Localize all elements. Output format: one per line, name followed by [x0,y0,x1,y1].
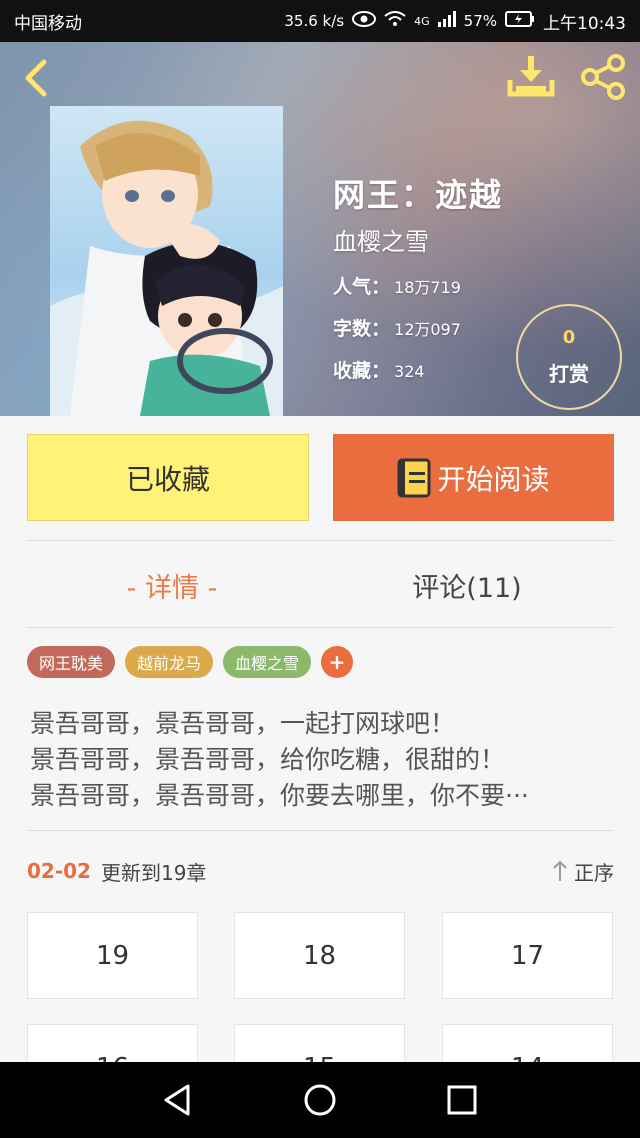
nav-recents-button[interactable] [442,1080,482,1120]
network-speed: 35.6 k/s [284,12,345,30]
book-icon [397,458,431,498]
book-title: 网王：迹越 [333,176,504,214]
word-count-label: 字数： [333,318,391,340]
divider [27,627,614,628]
signal-icon [437,11,456,31]
divider [27,830,614,831]
tip-count: 0 [562,327,576,348]
square-recents-icon [447,1085,477,1115]
popularity-stat: 人气： 18万719 [333,272,461,299]
book-description[interactable]: 景吾哥哥，景吾哥哥，一起打网球吧！ 景吾哥哥，景吾哥哥，给你吃糖，很甜的！ 景吾… [30,706,614,814]
share-button[interactable] [580,54,628,100]
sort-order-label: 正序 [574,860,614,885]
system-nav-bar [0,1062,640,1138]
eye-icon [352,11,377,31]
battery-icon [505,11,535,31]
share-icon [581,54,625,100]
word-count-stat: 字数： 12万097 [333,314,461,341]
popularity-value: 18万719 [394,278,461,297]
download-icon [507,56,555,97]
triangle-back-icon [164,1084,190,1116]
favorites-value: 324 [394,362,425,381]
collected-label: 已收藏 [125,462,210,496]
description-line: 景吾哥哥，景吾哥哥，一起打网球吧！ [30,709,456,738]
tag-item[interactable]: 越前龙马 [125,646,214,678]
back-button[interactable] [16,56,56,100]
update-info: 02-02 更新到19章 正序 [27,853,614,889]
start-reading-label: 开始阅读 [437,462,550,496]
tag-item[interactable]: 血樱之雪 [223,646,312,678]
update-text: 更新到19章 [100,860,207,885]
book-cover[interactable] [50,106,283,416]
download-button[interactable] [506,54,556,100]
start-reading-button[interactable]: 开始阅读 [333,434,614,521]
description-line: 景吾哥哥，景吾哥哥，给你吃糖，很甜的！ [30,745,506,774]
clock: 上午10:43 [543,13,626,34]
battery-percent: 57% [463,12,497,30]
tag-list: 网王耽美 越前龙马 血樱之雪 + [27,646,354,678]
book-author[interactable]: 血樱之雪 [333,222,429,257]
tag-item[interactable]: 网王耽美 [27,646,116,678]
tab-details[interactable]: - 详情 - [27,560,317,610]
status-bar: 中国移动 35.6 k/s 4G 57% 上午10:43 [0,0,640,42]
chapter-item[interactable]: 17 [442,912,613,999]
favorites-stat: 收藏： 324 [333,356,425,383]
tab-comments[interactable]: 评论(11) [320,560,614,610]
divider [27,540,614,541]
nav-home-button[interactable] [300,1080,340,1120]
book-header: 网王：迹越 血樱之雪 人气： 18万719 字数： 12万097 收藏： 324 0 … [0,42,640,416]
tip-label: 打赏 [549,362,589,386]
description-line: 景吾哥哥，景吾哥哥，你要去哪里，你不要··· [30,781,529,810]
update-date: 02-02 [27,859,91,883]
word-count-value: 12万097 [394,320,461,339]
arrow-up-icon [553,860,567,881]
popularity-label: 人气： [333,276,391,298]
status-indicators: 35.6 k/s 4G 57% 上午10:43 [284,9,626,34]
network-type: 4G [414,14,430,28]
chevron-left-icon [25,59,47,97]
chapter-item[interactable]: 18 [234,912,405,999]
cover-illustration [50,120,283,416]
wifi-icon [384,11,406,31]
nav-back-button[interactable] [158,1080,198,1120]
circle-home-icon [304,1084,336,1116]
collected-button[interactable]: 已收藏 [27,434,309,521]
sort-order-button[interactable]: 正序 [552,857,614,886]
tip-button[interactable]: 0 打赏 [516,304,622,410]
add-tag-button[interactable]: + [321,646,354,678]
chapter-item[interactable]: 19 [27,912,198,999]
favorites-label: 收藏： [333,360,391,382]
carrier-label: 中国移动 [14,13,82,34]
